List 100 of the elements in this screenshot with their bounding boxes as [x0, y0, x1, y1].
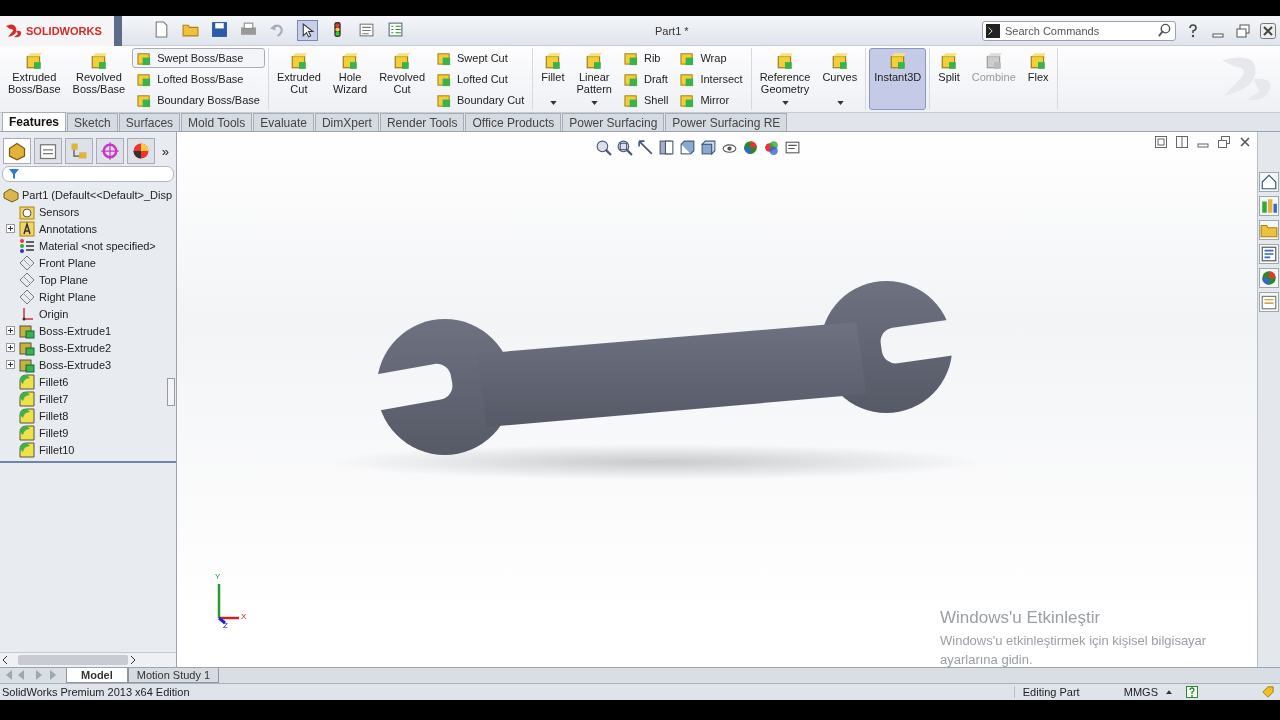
ribbon-button[interactable]: Lofted Boss/Base	[132, 69, 265, 89]
ribbon-button[interactable]: Hole Wizard	[327, 48, 373, 110]
ribbon-button[interactable]: Flex	[1022, 48, 1054, 110]
units-selector[interactable]: MMGS	[1123, 686, 1158, 698]
ribbon-button[interactable]: Revolved Boss/Base	[67, 48, 131, 110]
ribbon-button[interactable]: Lofted Cut	[432, 69, 530, 89]
zoom-area-icon[interactable]	[616, 139, 633, 156]
home-icon[interactable]	[1259, 172, 1279, 192]
tree-item[interactable]: Fillet6	[0, 373, 176, 390]
ribbon-button[interactable]: Swept Boss/Base	[132, 48, 265, 68]
tree-item[interactable]: Sensors	[0, 203, 176, 220]
model-tab[interactable]: Model	[66, 668, 128, 683]
search-icon[interactable]	[1157, 22, 1172, 38]
previous-view-icon[interactable]	[637, 139, 654, 156]
tree-item[interactable]: Material <not specified>	[0, 237, 176, 254]
search-field[interactable]: Search Commands	[982, 20, 1176, 41]
scrollbar-thumb[interactable]	[18, 655, 128, 665]
appearance-icon[interactable]	[1259, 268, 1279, 288]
help-icon[interactable]	[1186, 686, 1198, 698]
library-icon[interactable]	[1259, 196, 1279, 216]
ribbon-button[interactable]: Fillet	[536, 48, 570, 110]
restore-icon[interactable]	[1218, 136, 1230, 148]
tree-label: Part1 (Default<<Default>_Disp	[22, 188, 173, 201]
section-view-icon[interactable]	[658, 139, 675, 156]
ribbon-tab[interactable]: Surfaces	[118, 113, 181, 131]
view-orientation-icon[interactable]	[679, 139, 696, 156]
ribbon-tab[interactable]: Evaluate	[253, 113, 314, 131]
ribbon-button[interactable]: Split	[933, 48, 965, 110]
ribbon-tab[interactable]: Office Products	[465, 113, 562, 131]
ribbon-button[interactable]: Revolved Cut	[374, 48, 430, 110]
palette-icon[interactable]	[1259, 244, 1279, 264]
ribbon-button[interactable]: Extruded Cut	[271, 48, 326, 110]
tree-item[interactable]: Front Plane	[0, 254, 176, 271]
save-icon[interactable]	[210, 20, 229, 39]
tree-item[interactable]: Right Plane	[0, 288, 176, 305]
expand-icon[interactable]	[6, 224, 15, 233]
ribbon-tab[interactable]: DimXpert	[314, 113, 379, 131]
tree-item[interactable]: Fillet8	[0, 407, 176, 424]
ribbon-button[interactable]: Linear Pattern	[571, 48, 617, 110]
ribbon-button[interactable]: Swept Cut	[432, 48, 530, 68]
tree-item[interactable]: Origin	[0, 305, 176, 322]
close-icon[interactable]	[1239, 136, 1251, 148]
tile-icon[interactable]	[1155, 136, 1167, 148]
split-view-icon[interactable]	[1176, 136, 1188, 148]
custom-properties-icon[interactable]	[1259, 292, 1279, 312]
tree-item[interactable]: Fillet10	[0, 441, 176, 458]
appearance-icon[interactable]	[742, 139, 759, 156]
view-settings-icon[interactable]	[784, 139, 801, 156]
tree-item[interactable]: Annotations	[0, 220, 176, 237]
filter-field[interactable]	[2, 166, 174, 182]
model-tab[interactable]: Motion Study 1	[127, 668, 220, 683]
ribbon-button[interactable]: Draft	[618, 69, 674, 89]
restore-icon[interactable]	[1235, 22, 1251, 39]
ribbon-button[interactable]: Shell	[618, 90, 674, 110]
ribbon-tab[interactable]: Mold Tools	[181, 113, 253, 131]
ribbon-button[interactable]: Instant3D	[869, 48, 927, 110]
expand-icon[interactable]	[6, 360, 15, 369]
zoom-fit-icon[interactable]	[595, 139, 612, 156]
options-icon[interactable]	[386, 20, 405, 39]
button-label: Draft	[643, 73, 668, 85]
pointer-icon[interactable]	[297, 20, 318, 41]
display-style-icon[interactable]	[700, 139, 717, 156]
tree-item[interactable]: Fillet7	[0, 390, 176, 407]
ribbon-button[interactable]: Boundary Cut	[432, 90, 530, 110]
configuration-tab-icon[interactable]	[65, 138, 93, 164]
ribbon-button[interactable]: Rib	[618, 48, 674, 68]
horizontal-scrollbar[interactable]	[0, 652, 176, 667]
cube-icon	[830, 52, 849, 70]
tree-item[interactable]: Fillet9	[0, 424, 176, 441]
tree-item[interactable]: Boss-Extrude2	[0, 339, 176, 356]
ribbon-tab[interactable]: Render Tools	[379, 113, 465, 131]
folder-icon[interactable]	[1259, 220, 1279, 240]
ribbon-button[interactable]: Extruded Boss/Base	[3, 48, 66, 110]
ribbon-tab[interactable]: Features	[2, 112, 67, 131]
panel-collapse-handle[interactable]	[167, 378, 175, 406]
appearance-tab-icon[interactable]	[127, 138, 155, 164]
more-tabs-button[interactable]: »	[161, 143, 169, 159]
ribbon-button[interactable]: Boundary Boss/Base	[132, 90, 265, 110]
expand-icon[interactable]	[6, 343, 15, 352]
expand-icon[interactable]	[6, 326, 15, 335]
caret-icon[interactable]	[1166, 690, 1172, 694]
tree-item[interactable]: Top Plane	[0, 271, 176, 288]
ribbon-button[interactable]: Wrap	[675, 48, 748, 68]
tree-item[interactable]: Part1 (Default<<Default>_Disp	[0, 186, 176, 203]
ribbon-button[interactable]: Reference Geometry	[754, 48, 816, 110]
property-tab-icon[interactable]	[34, 138, 62, 164]
ribbon-tab[interactable]: Power Surfacing	[562, 113, 665, 131]
tree-item[interactable]: Boss-Extrude3	[0, 356, 176, 373]
tree-item[interactable]: Boss-Extrude1	[0, 322, 176, 339]
ribbon-tab[interactable]: Power Surfacing RE	[665, 113, 788, 131]
fillet-icon	[19, 424, 35, 441]
close-icon[interactable]	[1260, 22, 1276, 39]
ribbon-button[interactable]: Intersect	[675, 69, 748, 89]
button-label: Intersect	[700, 73, 743, 85]
ribbon-button[interactable]: Curves	[817, 48, 863, 110]
cube-icon	[776, 52, 794, 70]
feature-tree-tab-icon[interactable]	[3, 138, 31, 164]
ribbon-tab[interactable]: Sketch	[67, 113, 118, 131]
ribbon-button[interactable]: Mirror	[675, 90, 748, 110]
scene-icon[interactable]	[763, 139, 780, 156]
